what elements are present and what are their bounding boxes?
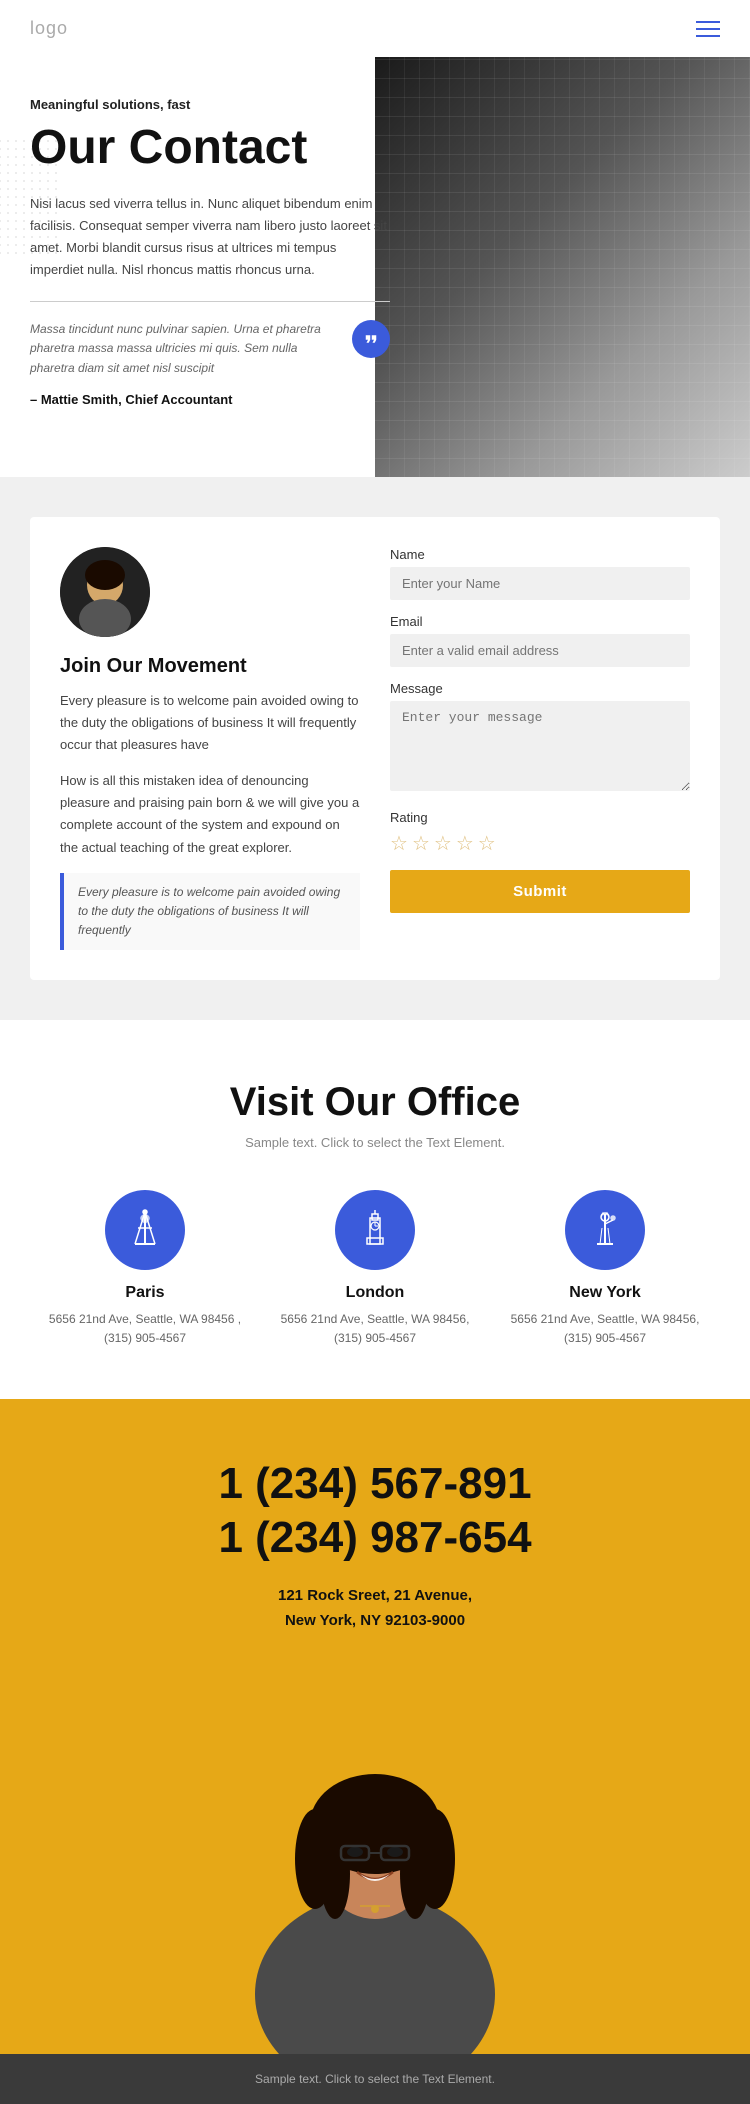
phone1: 1 (234) 567-891 (30, 1459, 720, 1509)
yellow-contact-section: 1 (234) 567-891 1 (234) 987-654 121 Rock… (0, 1399, 750, 2054)
join-form-section: Join Our Movement Every pleasure is to w… (0, 477, 750, 1020)
email-input[interactable] (390, 634, 690, 667)
message-textarea[interactable] (390, 701, 690, 791)
message-field-group: Message (390, 681, 690, 796)
star-1[interactable]: ☆ (390, 831, 408, 856)
visit-title: Visit Our Office (30, 1080, 720, 1125)
hero-title: Our Contact (30, 122, 390, 175)
rating-group: Rating ☆ ☆ ☆ ☆ ☆ (390, 810, 690, 856)
quotemark-icon (362, 330, 380, 348)
london-address: 5656 21nd Ave, Seattle, WA 98456, (315) … (275, 1310, 475, 1348)
name-field-group: Name (390, 547, 690, 600)
footer: Sample text. Click to select the Text El… (0, 2054, 750, 2104)
woman-figure (205, 1674, 545, 2054)
star-rating[interactable]: ☆ ☆ ☆ ☆ ☆ (390, 831, 690, 856)
footer-text: Sample text. Click to select the Text El… (30, 2072, 720, 2086)
submit-button[interactable]: Submit (390, 870, 690, 913)
hero-left: Meaningful solutions, fast Our Contact N… (30, 97, 410, 407)
join-column: Join Our Movement Every pleasure is to w… (60, 547, 360, 950)
star-2[interactable]: ☆ (412, 831, 430, 856)
paris-icon (123, 1208, 167, 1252)
hamburger-line-3 (696, 35, 720, 37)
name-label: Name (390, 547, 690, 562)
avatar-svg (60, 547, 150, 637)
contact-address: 121 Rock Sreet, 21 Avenue,New York, NY 9… (30, 1583, 720, 1634)
building-image (375, 57, 750, 477)
paris-address: 5656 21nd Ave, Seattle, WA 98456 , (315)… (45, 1310, 245, 1348)
newyork-icon (583, 1208, 627, 1252)
hero-attribution: – Mattie Smith, Chief Accountant (30, 392, 390, 407)
newyork-icon-circle (565, 1190, 645, 1270)
phone2: 1 (234) 987-654 (30, 1513, 720, 1563)
avatar (60, 547, 150, 637)
paris-name: Paris (125, 1284, 164, 1302)
paris-icon-circle (105, 1190, 185, 1270)
visit-office-section: Visit Our Office Sample text. Click to s… (0, 1020, 750, 1398)
london-icon (353, 1208, 397, 1252)
hero-divider (30, 301, 390, 302)
hamburger-line-1 (696, 21, 720, 23)
join-title: Join Our Movement (60, 655, 360, 678)
visit-subtitle: Sample text. Click to select the Text El… (30, 1135, 720, 1150)
email-field-group: Email (390, 614, 690, 667)
hero-image (375, 57, 750, 477)
navbar: logo (0, 0, 750, 57)
hero-section: Meaningful solutions, fast Our Contact N… (0, 57, 750, 477)
logo: logo (30, 18, 68, 39)
hero-subtitle: Meaningful solutions, fast (30, 97, 390, 112)
hamburger-line-2 (696, 28, 720, 30)
join-blockquote-text: Every pleasure is to welcome pain avoide… (78, 883, 346, 941)
email-label: Email (390, 614, 690, 629)
newyork-name: New York (569, 1284, 640, 1302)
join-desc2: How is all this mistaken idea of denounc… (60, 770, 360, 858)
office-london: London 5656 21nd Ave, Seattle, WA 98456,… (260, 1190, 490, 1348)
name-input[interactable] (390, 567, 690, 600)
message-label: Message (390, 681, 690, 696)
star-5[interactable]: ☆ (478, 831, 496, 856)
star-4[interactable]: ☆ (456, 831, 474, 856)
office-newyork: New York 5656 21nd Ave, Seattle, WA 9845… (490, 1190, 720, 1348)
star-3[interactable]: ☆ (434, 831, 452, 856)
newyork-address: 5656 21nd Ave, Seattle, WA 98456, (315) … (505, 1310, 705, 1348)
quote-icon (352, 320, 390, 358)
hamburger-menu[interactable] (696, 21, 720, 37)
offices-list: Paris 5656 21nd Ave, Seattle, WA 98456 ,… (30, 1190, 720, 1348)
hero-quote-box: Massa tincidunt nunc pulvinar sapien. Ur… (30, 320, 390, 378)
join-desc1: Every pleasure is to welcome pain avoide… (60, 690, 360, 756)
london-icon-circle (335, 1190, 415, 1270)
office-paris: Paris 5656 21nd Ave, Seattle, WA 98456 ,… (30, 1190, 260, 1348)
join-blockquote: Every pleasure is to welcome pain avoide… (60, 873, 360, 951)
section2-inner: Join Our Movement Every pleasure is to w… (30, 517, 720, 980)
contact-form: Name Email Message Rating ☆ ☆ ☆ ☆ ☆ (390, 547, 690, 950)
london-name: London (346, 1284, 405, 1302)
hero-description: Nisi lacus sed viverra tellus in. Nunc a… (30, 193, 390, 281)
rating-label: Rating (390, 810, 690, 825)
hero-quote-text: Massa tincidunt nunc pulvinar sapien. Ur… (30, 320, 340, 378)
building-grid-overlay (375, 57, 750, 477)
woman-svg (205, 1674, 545, 2054)
